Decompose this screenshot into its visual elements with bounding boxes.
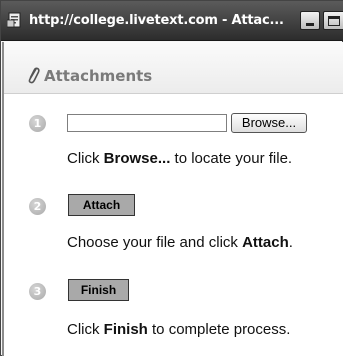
step-3-instruction-pre: Click xyxy=(67,321,104,338)
step-2-icon: 2 xyxy=(29,198,46,215)
step-2-instruction: Choose your file and click Attach. xyxy=(67,234,293,251)
attachments-panel: Attachments xyxy=(2,42,343,356)
browse-button[interactable]: Browse... xyxy=(231,113,307,133)
minimize-button[interactable] xyxy=(300,11,320,30)
page-icon xyxy=(7,12,21,28)
window-title: http://college.livetext.com - Attac... xyxy=(29,13,284,28)
popup-window: http://college.livetext.com - Attac... A… xyxy=(0,0,343,356)
panel-header: Attachments xyxy=(4,42,343,94)
step-1-instruction: Click Browse... to locate your file. xyxy=(67,150,292,167)
finish-button[interactable]: Finish xyxy=(68,279,129,301)
paperclip-icon xyxy=(28,67,40,84)
step-1-instruction-pre: Click xyxy=(67,150,104,167)
step-3-icon: 3 xyxy=(29,283,46,300)
file-path-input[interactable] xyxy=(67,114,227,132)
step-1-instruction-post: to locate your file. xyxy=(170,150,293,167)
attach-button[interactable]: Attach xyxy=(68,194,135,216)
title-bar[interactable]: http://college.livetext.com - Attac... xyxy=(1,1,343,41)
step-3-instruction: Click Finish to complete process. xyxy=(67,321,290,338)
step-2-instruction-pre: Choose your file and click xyxy=(67,234,243,251)
step-3-instruction-bold: Finish xyxy=(103,321,148,338)
maximize-button[interactable] xyxy=(323,11,343,30)
step-2-instruction-post: . xyxy=(288,234,293,251)
step-3-instruction-post: to complete process. xyxy=(147,321,291,338)
maximize-icon xyxy=(328,16,340,26)
step-1-icon: 1 xyxy=(29,115,46,132)
minimize-icon xyxy=(306,23,314,26)
step-1-instruction-bold: Browse... xyxy=(103,150,171,167)
panel-title: Attachments xyxy=(44,67,153,85)
step-2-instruction-bold: Attach xyxy=(242,234,289,251)
